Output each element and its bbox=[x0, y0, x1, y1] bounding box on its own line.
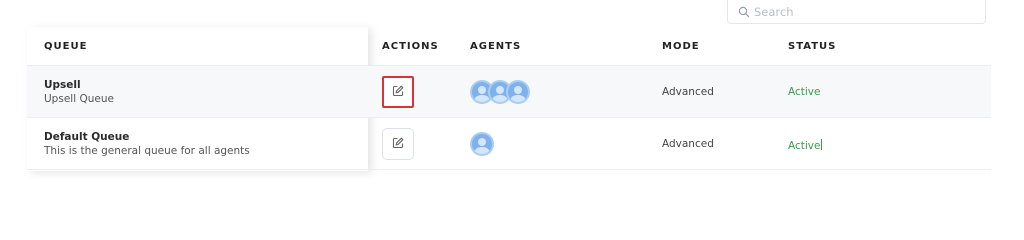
column-header-agents: AGENTS bbox=[470, 40, 522, 52]
agent-avatar-group[interactable] bbox=[470, 79, 530, 104]
status-cell: Active bbox=[788, 118, 823, 169]
actions-cell bbox=[382, 118, 414, 169]
text-cursor bbox=[821, 139, 823, 150]
queue-cell: Default Queue This is the general queue … bbox=[44, 118, 250, 169]
queue-name[interactable]: Default Queue bbox=[44, 131, 250, 143]
column-header-actions: ACTIONS bbox=[382, 40, 439, 52]
search-box[interactable] bbox=[727, 0, 986, 24]
status-badge: Active bbox=[788, 85, 821, 98]
queues-table: QUEUE ACTIONS AGENTS MODE STATUS Upsell … bbox=[27, 27, 991, 170]
column-header-queue[interactable]: QUEUE bbox=[44, 27, 87, 65]
column-header-mode[interactable]: MODE bbox=[662, 27, 700, 65]
queue-description: Upsell Queue bbox=[44, 92, 114, 105]
edit-icon bbox=[392, 82, 404, 101]
edit-button[interactable] bbox=[382, 127, 414, 160]
mode-cell: Advanced bbox=[662, 66, 714, 117]
user-avatar-icon bbox=[506, 79, 530, 104]
edit-button[interactable] bbox=[382, 75, 414, 108]
queue-name[interactable]: Upsell bbox=[44, 79, 114, 91]
table-row[interactable]: Default Queue This is the general queue … bbox=[27, 118, 991, 170]
queue-description: This is the general queue for all agents bbox=[44, 144, 250, 157]
table-row[interactable]: Upsell Upsell Queue Advanced Active bbox=[27, 66, 991, 118]
mode-cell: Advanced bbox=[662, 118, 714, 169]
mode-value: Advanced bbox=[662, 85, 714, 98]
status-cell: Active bbox=[788, 66, 820, 117]
user-avatar-icon bbox=[470, 131, 494, 156]
edit-icon bbox=[392, 134, 404, 153]
column-header-status[interactable]: STATUS bbox=[788, 27, 836, 65]
search-input[interactable] bbox=[754, 4, 985, 19]
actions-cell bbox=[382, 66, 414, 117]
search-icon bbox=[738, 6, 750, 18]
table-header-row: QUEUE ACTIONS AGENTS MODE STATUS bbox=[27, 27, 991, 66]
status-badge: Active bbox=[788, 140, 821, 152]
agents-cell bbox=[470, 66, 530, 117]
status-badge-wrap[interactable]: Active bbox=[788, 134, 823, 153]
mode-value: Advanced bbox=[662, 137, 714, 150]
queue-cell: Upsell Upsell Queue bbox=[44, 66, 114, 117]
agent-avatar-group[interactable] bbox=[470, 131, 494, 156]
agents-cell bbox=[470, 118, 494, 169]
